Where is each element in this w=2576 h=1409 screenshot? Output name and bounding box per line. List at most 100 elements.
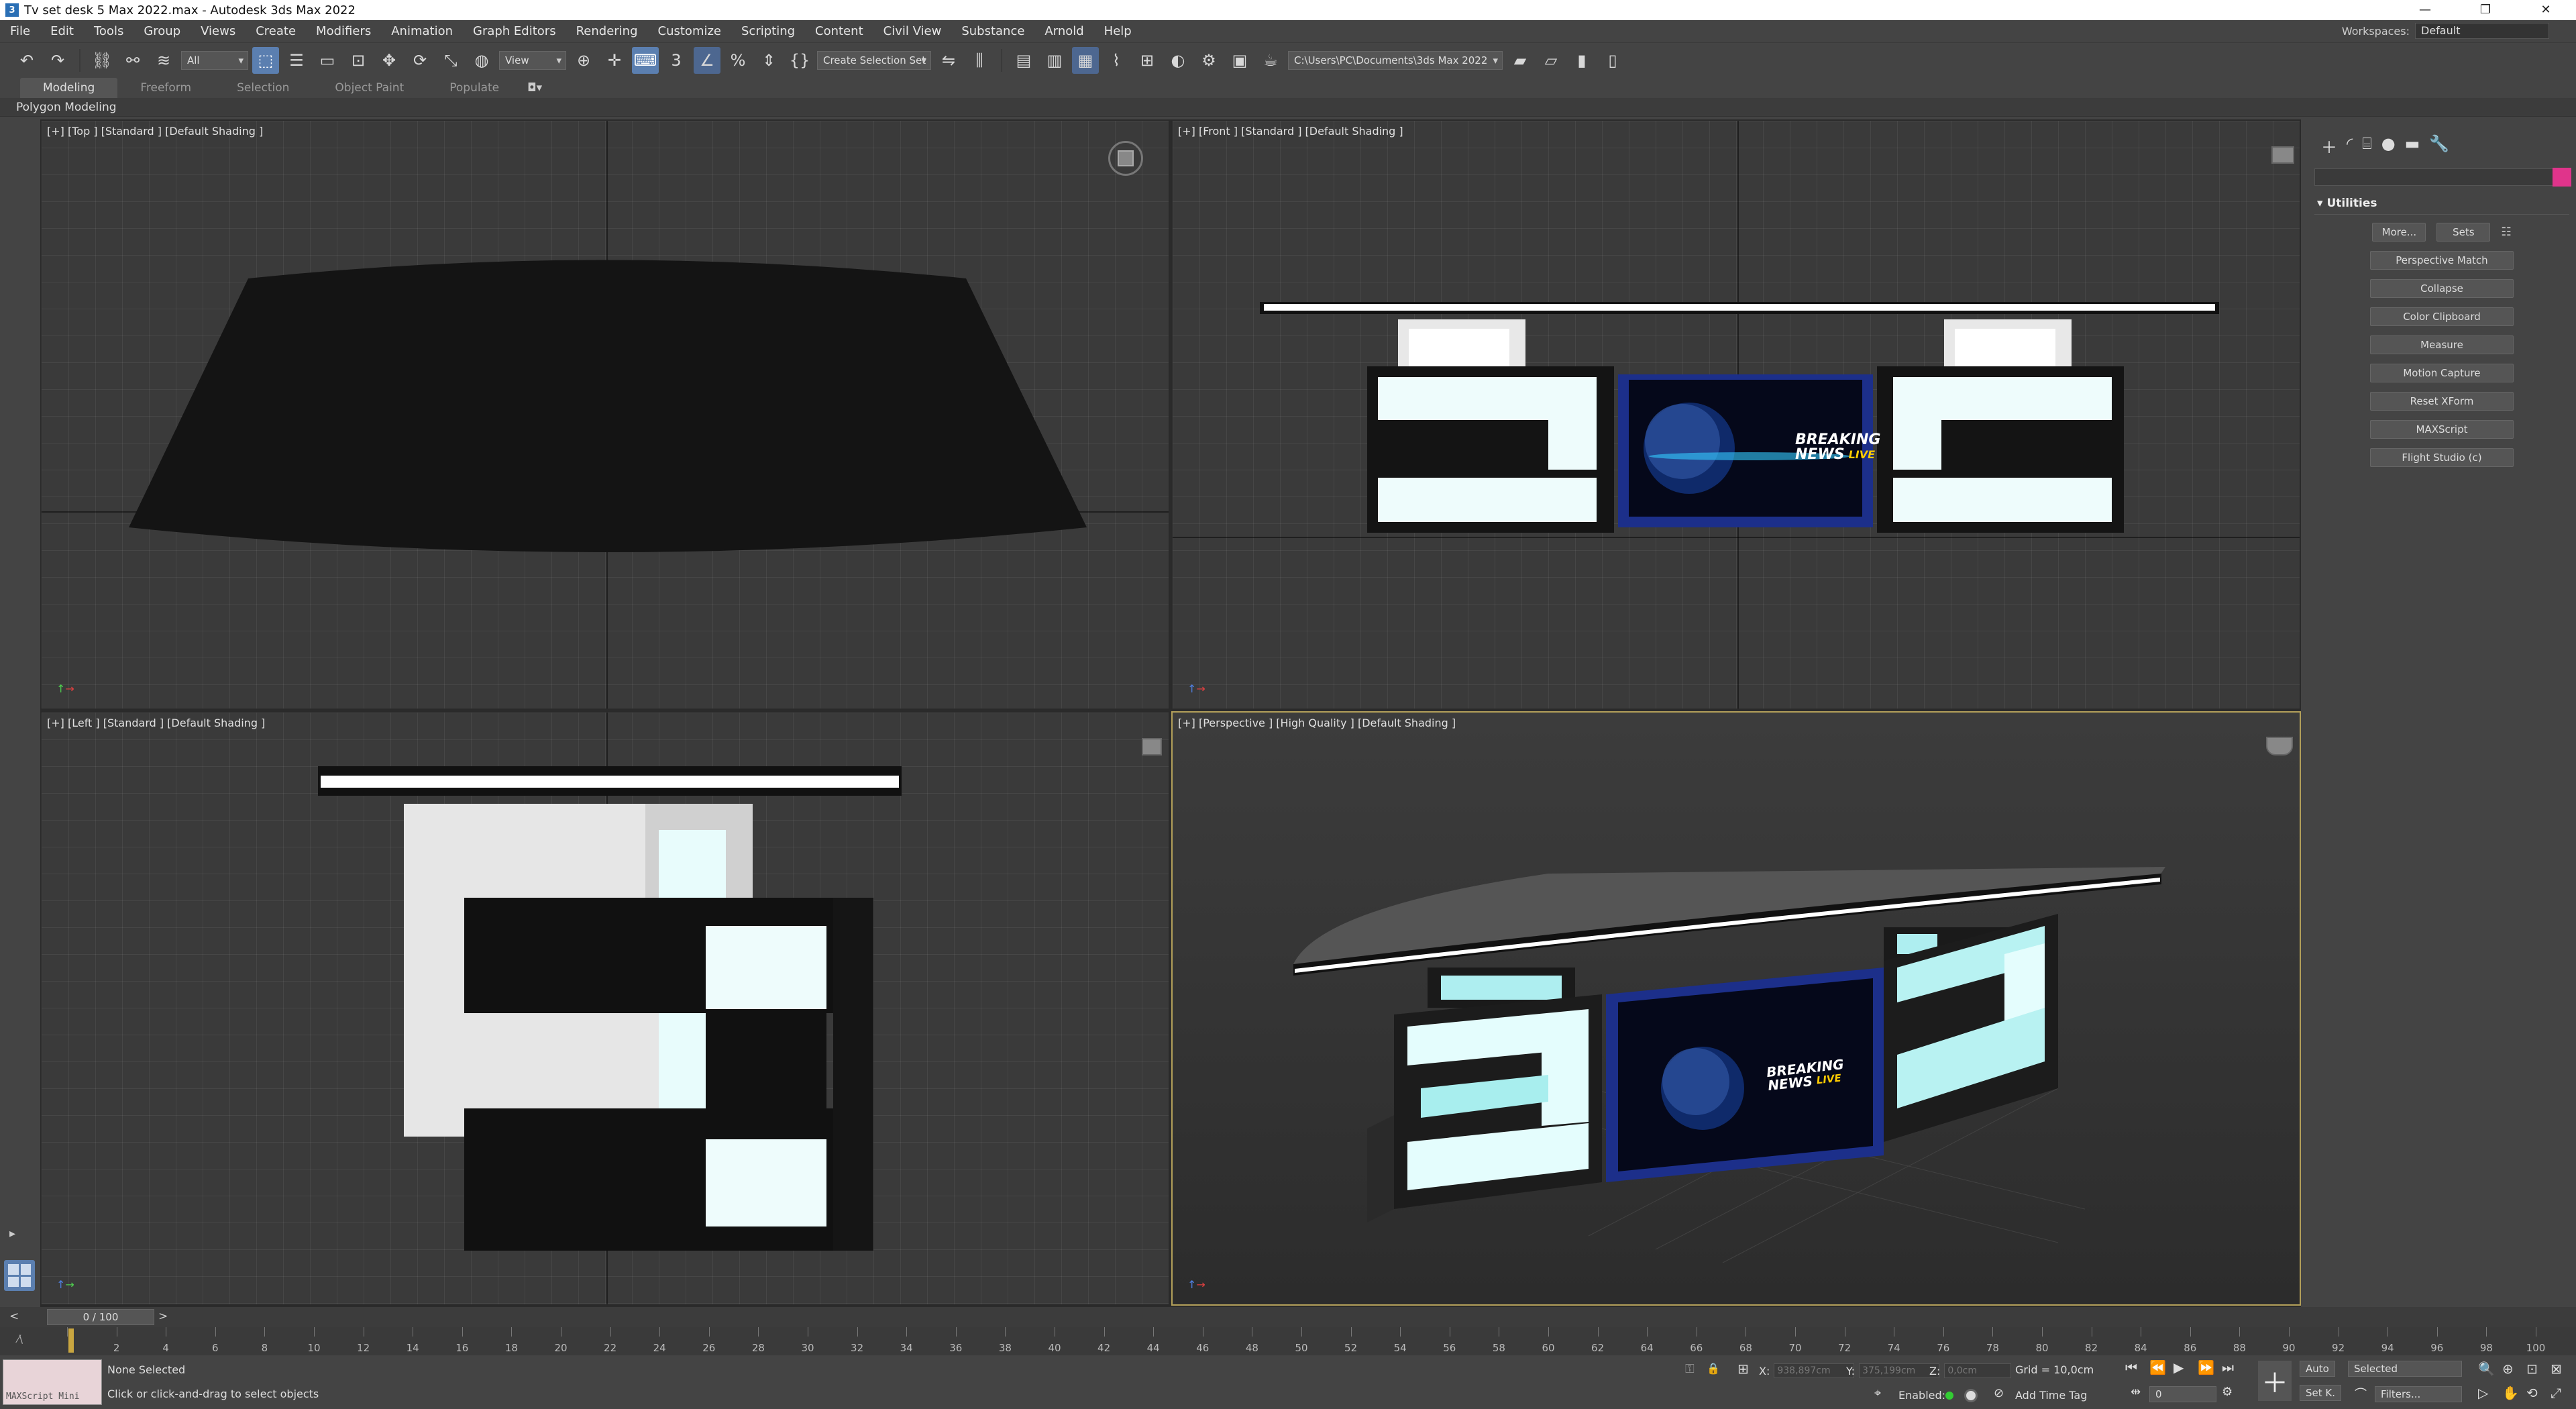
sets-button[interactable]: Sets: [2436, 223, 2491, 242]
tab-modeling[interactable]: Modeling: [20, 78, 118, 98]
viewcube-icon[interactable]: [2266, 737, 2293, 755]
viewport-label[interactable]: [+] [Left ] [Standard ] [Default Shading…: [47, 717, 265, 729]
viewport-left[interactable]: [+] [Left ] [Standard ] [Default Shading…: [40, 711, 1170, 1306]
undo-icon[interactable]: ↶: [13, 47, 40, 74]
isolate-icon[interactable]: ⚿: [1685, 1362, 1695, 1376]
hierarchy-tab-icon[interactable]: ⌸: [2362, 134, 2371, 158]
time-config-icon[interactable]: ⚙: [2222, 1385, 2233, 1399]
unlink-icon[interactable]: ⚯: [119, 47, 146, 74]
ribbon-panel-polygon-modeling[interactable]: Polygon Modeling: [0, 98, 2576, 117]
goto-end-icon[interactable]: ⏭: [2222, 1359, 2234, 1375]
project-icon-1[interactable]: ▰: [1507, 47, 1534, 74]
curve-editor-mini-icon[interactable]: ⁄\: [17, 1333, 23, 1345]
project-folder-dropdown[interactable]: C:\Users\PC\Documents\3ds Max 2022: [1288, 51, 1503, 70]
more-button[interactable]: More...: [2372, 223, 2426, 242]
close-button[interactable]: ✕: [2516, 0, 2576, 20]
scene-explorer-icon[interactable]: ▤: [1010, 47, 1037, 74]
maxscript-listener[interactable]: MAXScript Mini: [3, 1359, 102, 1405]
render-production-icon[interactable]: ☕: [1257, 47, 1284, 74]
menu-arnold[interactable]: Arnold: [1034, 24, 1093, 38]
menu-customize[interactable]: Customize: [648, 24, 731, 38]
fov-icon[interactable]: ▷: [2478, 1385, 2488, 1401]
perspective-match-button[interactable]: Perspective Match: [2370, 251, 2514, 270]
x-field[interactable]: 938,897cm: [1774, 1363, 1855, 1378]
menu-content[interactable]: Content: [805, 24, 873, 38]
curve-editor-icon[interactable]: ⌇: [1103, 47, 1130, 74]
orbit-icon[interactable]: ⟲: [2526, 1385, 2538, 1401]
time-slider[interactable]: < 0 / 100 >: [0, 1307, 2576, 1327]
motion-tab-icon[interactable]: ●: [2381, 134, 2396, 158]
menu-civil-view[interactable]: Civil View: [873, 24, 952, 38]
rendered-frame-icon[interactable]: ▣: [1226, 47, 1253, 74]
set-key-icon[interactable]: ＋: [2258, 1361, 2292, 1401]
next-frame-icon[interactable]: ⏩: [2198, 1359, 2214, 1375]
time-tag-icon[interactable]: ⊘: [1994, 1386, 2004, 1400]
z-field[interactable]: 0,0cm: [1944, 1363, 2012, 1378]
viewport-label[interactable]: [+] [Perspective ] [High Quality ] [Defa…: [1178, 717, 1456, 729]
viewcube-icon[interactable]: [2271, 146, 2294, 164]
measure-button[interactable]: Measure: [2370, 335, 2514, 354]
viewcube-icon[interactable]: [1142, 738, 1162, 755]
render-setup-icon[interactable]: ⚙: [1195, 47, 1222, 74]
viewcube-icon[interactable]: [1108, 141, 1143, 176]
link-icon[interactable]: ⛓: [89, 47, 115, 74]
project-icon-2[interactable]: ▱: [1538, 47, 1564, 74]
reference-coordinate-dropdown[interactable]: View: [499, 51, 566, 70]
maximize-viewport-icon[interactable]: ⤢: [2551, 1385, 2561, 1401]
select-object-icon[interactable]: ⬚: [252, 47, 279, 74]
project-icon-4[interactable]: ▯: [1599, 47, 1626, 74]
project-icon-3[interactable]: ▮: [1568, 47, 1595, 74]
rect-selection-icon[interactable]: ▭: [314, 47, 341, 74]
menu-create[interactable]: Create: [246, 24, 306, 38]
tab-selection[interactable]: Selection: [214, 78, 312, 98]
minimize-button[interactable]: —: [2395, 0, 2455, 20]
reset-xform-button[interactable]: Reset XForm: [2370, 392, 2514, 411]
mirror-icon[interactable]: ⇋: [935, 47, 962, 74]
play-icon[interactable]: ▶: [2174, 1359, 2184, 1375]
menu-edit[interactable]: Edit: [40, 24, 84, 38]
zoom-all-icon[interactable]: ⊕: [2502, 1361, 2514, 1377]
edit-named-selection-icon[interactable]: {}: [786, 47, 813, 74]
name-field[interactable]: [2314, 168, 2571, 187]
menu-group[interactable]: Group: [133, 24, 191, 38]
expand-arrow-icon[interactable]: ▸: [9, 1227, 25, 1243]
angle-snap-icon[interactable]: ∠: [694, 47, 720, 74]
slider-prev-icon[interactable]: <: [9, 1310, 19, 1323]
redo-icon[interactable]: ↷: [44, 47, 71, 74]
menu-file[interactable]: File: [0, 24, 40, 38]
auto-key-button[interactable]: Auto: [2300, 1361, 2335, 1377]
keyboard-shortcut-override-icon[interactable]: ⌨: [632, 47, 659, 74]
display-tab-icon[interactable]: ▬: [2405, 134, 2420, 158]
window-crossing-icon[interactable]: ⊡: [345, 47, 372, 74]
tab-populate[interactable]: Populate: [427, 78, 522, 98]
pan-icon[interactable]: ✋: [2502, 1385, 2519, 1401]
set-key-button[interactable]: Set K.: [2300, 1385, 2342, 1401]
material-editor-icon[interactable]: ◐: [1165, 47, 1191, 74]
goto-start-icon[interactable]: ⏮: [2125, 1359, 2137, 1375]
menu-graph-editors[interactable]: Graph Editors: [463, 24, 566, 38]
menu-rendering[interactable]: Rendering: [566, 24, 648, 38]
configure-sets-icon[interactable]: ☷: [2501, 225, 2511, 239]
viewport-perspective[interactable]: [+] [Perspective ] [High Quality ] [Defa…: [1171, 711, 2301, 1306]
viewport-front[interactable]: [+] [Front ] [Standard ] [Default Shadin…: [1171, 119, 2301, 710]
time-slider-knob[interactable]: 0 / 100: [47, 1309, 154, 1325]
align-icon[interactable]: ⫼: [966, 47, 993, 74]
select-by-name-icon[interactable]: ☰: [283, 47, 310, 74]
create-tab-icon[interactable]: ＋: [2321, 134, 2337, 158]
percent-snap-icon[interactable]: %: [724, 47, 751, 74]
schematic-view-icon[interactable]: ⊞: [1134, 47, 1161, 74]
flight-studio-button[interactable]: Flight Studio (c): [2370, 448, 2514, 467]
collapse-button[interactable]: Collapse: [2370, 279, 2514, 298]
add-time-tag[interactable]: Add Time Tag: [2015, 1389, 2087, 1402]
zoom-extents-icon[interactable]: ⊡: [2526, 1361, 2538, 1377]
layer-explorer-icon[interactable]: ▥: [1041, 47, 1068, 74]
menu-substance[interactable]: Substance: [951, 24, 1034, 38]
zoom-icon[interactable]: 🔍: [2478, 1361, 2495, 1377]
maxscript-button[interactable]: MAXScript: [2370, 420, 2514, 439]
select-scale-icon[interactable]: ⤡: [437, 47, 464, 74]
select-place-icon[interactable]: ◍: [468, 47, 495, 74]
key-tangent-icon[interactable]: ⌒: [2355, 1385, 2367, 1402]
modify-tab-icon[interactable]: ◜: [2347, 134, 2353, 158]
menu-views[interactable]: Views: [191, 24, 246, 38]
current-frame-field[interactable]: 0: [2149, 1386, 2216, 1402]
